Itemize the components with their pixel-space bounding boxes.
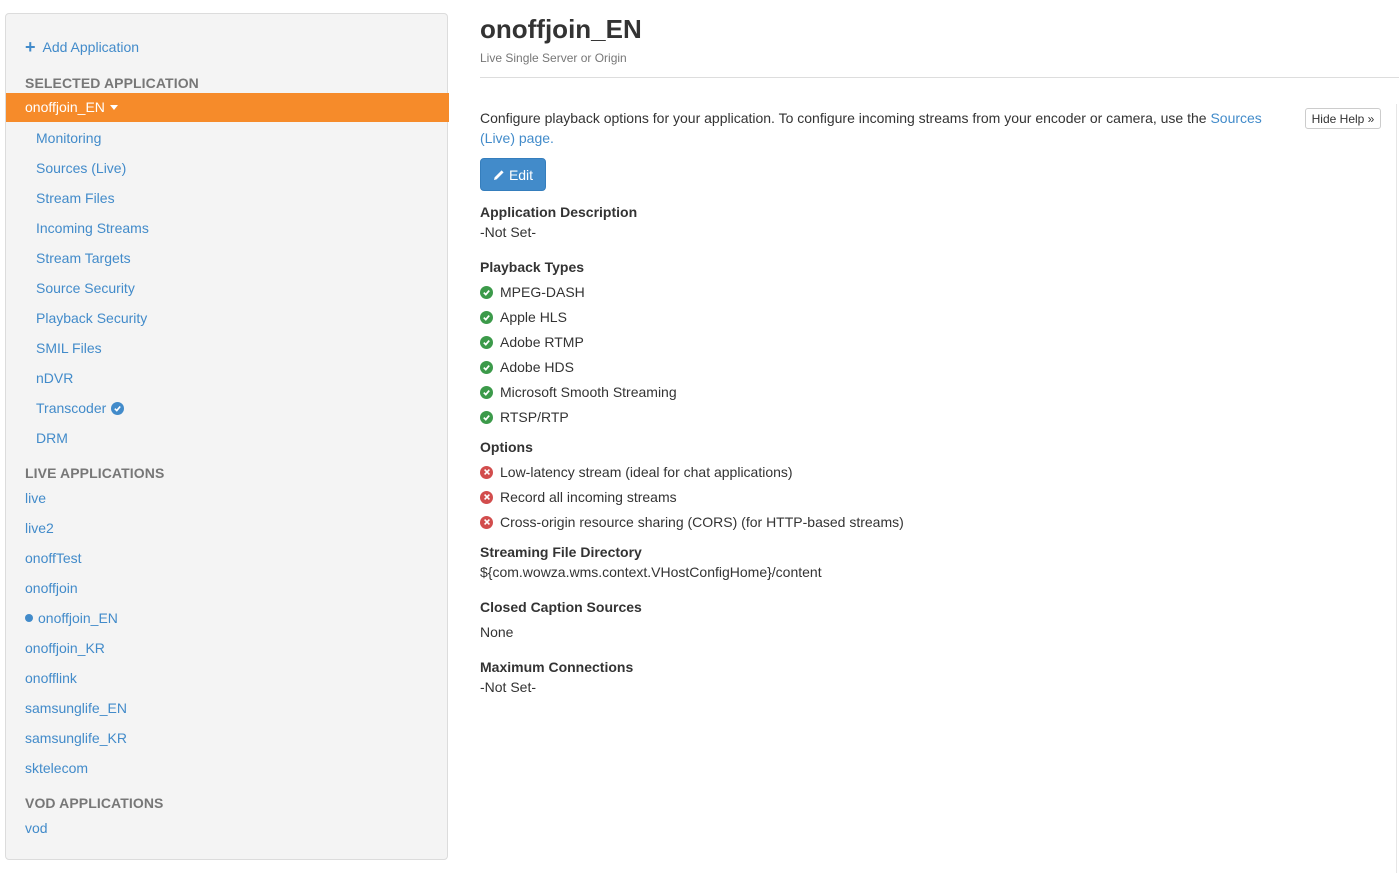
playback-type-row: Microsoft Smooth Streaming <box>480 384 677 400</box>
selected-application-header: SELECTED APPLICATION <box>25 75 199 91</box>
sidebar-item-drm[interactable]: DRM <box>36 430 68 446</box>
option-label: Record all incoming streams <box>500 489 677 505</box>
header-divider <box>480 77 1399 78</box>
check-circle-icon <box>480 310 493 324</box>
sidebar-item-ndvr[interactable]: nDVR <box>36 370 73 386</box>
playback-type-label: Apple HLS <box>500 309 567 325</box>
playback-type-label: Microsoft Smooth Streaming <box>500 384 677 400</box>
maximum-connections-label: Maximum Connections <box>480 659 634 675</box>
check-circle-icon <box>480 385 493 399</box>
sidebar-item-source-security[interactable]: Source Security <box>36 280 135 296</box>
help-text-body: Configure playback options for your appl… <box>480 110 1211 126</box>
sidebar-item-transcoder[interactable]: Transcoder <box>36 400 125 416</box>
selected-application-name: onoffjoin_EN <box>25 99 105 115</box>
sidebar-item-monitoring[interactable]: Monitoring <box>36 130 101 146</box>
live-app-item[interactable]: live2 <box>25 520 54 536</box>
live-app-item[interactable]: onofflink <box>25 670 77 686</box>
edit-label: Edit <box>508 166 534 183</box>
live-app-item[interactable]: onoffTest <box>25 550 82 566</box>
sidebar-item-stream-targets[interactable]: Stream Targets <box>36 250 131 266</box>
maximum-connections-value: -Not Set- <box>480 679 537 695</box>
live-app-item[interactable]: onoffjoin <box>25 580 78 596</box>
streaming-file-directory-label: Streaming File Directory <box>480 544 642 560</box>
playback-type-row: RTSP/RTP <box>480 409 569 425</box>
live-app-item[interactable]: onoffjoin_KR <box>25 640 105 656</box>
help-text: Configure playback options for your appl… <box>480 108 1290 148</box>
hide-help-button[interactable]: Hide Help » <box>1305 108 1381 129</box>
check-circle-icon <box>480 360 493 374</box>
add-application-link[interactable]: + Add Application <box>25 37 140 57</box>
page-subtitle: Live Single Server or Origin <box>480 51 627 65</box>
playback-type-label: RTSP/RTP <box>500 409 569 425</box>
pencil-icon <box>493 169 504 180</box>
live-applications-header: LIVE APPLICATIONS <box>25 465 165 481</box>
x-circle-icon <box>480 515 493 529</box>
option-row: Record all incoming streams <box>480 489 677 505</box>
options-label: Options <box>480 439 533 455</box>
live-app-item[interactable]: samsunglife_EN <box>25 700 127 716</box>
content-border <box>1396 104 1397 873</box>
closed-caption-sources-label: Closed Caption Sources <box>480 599 642 615</box>
vod-applications-header: VOD APPLICATIONS <box>25 795 164 811</box>
live-app-item[interactable]: samsunglife_KR <box>25 730 127 746</box>
closed-caption-sources-value: None <box>480 624 514 640</box>
caret-down-icon <box>109 104 118 110</box>
playback-type-row: Adobe HDS <box>480 359 574 375</box>
sidebar-item-incoming-streams[interactable]: Incoming Streams <box>36 220 149 236</box>
check-circle-icon <box>480 335 493 349</box>
option-row: Low-latency stream (ideal for chat appli… <box>480 464 793 480</box>
playback-type-row: Adobe RTMP <box>480 334 584 350</box>
plus-icon: + <box>25 37 36 57</box>
playback-type-label: Adobe HDS <box>500 359 574 375</box>
sidebar-item-playback-security[interactable]: Playback Security <box>36 310 147 326</box>
live-app-item[interactable]: sktelecom <box>25 760 88 776</box>
selected-application-dropdown[interactable]: onoffjoin_EN <box>6 93 449 122</box>
check-circle-icon <box>480 410 493 424</box>
option-label: Low-latency stream (ideal for chat appli… <box>500 464 793 480</box>
edit-button[interactable]: Edit <box>480 158 546 191</box>
live-app-item[interactable]: live <box>25 490 46 506</box>
sidebar-item-stream-files[interactable]: Stream Files <box>36 190 115 206</box>
playback-type-label: MPEG-DASH <box>500 284 585 300</box>
playback-type-row: MPEG-DASH <box>480 284 585 300</box>
x-circle-icon <box>480 465 493 479</box>
application-description-value: -Not Set- <box>480 224 537 240</box>
playback-type-label: Adobe RTMP <box>500 334 584 350</box>
page-title: onoffjoin_EN <box>480 14 642 44</box>
add-application-label: Add Application <box>42 39 140 55</box>
current-dot-icon <box>25 614 33 622</box>
playback-type-row: Apple HLS <box>480 309 567 325</box>
live-app-item-label: onoffjoin_EN <box>38 610 118 626</box>
x-circle-icon <box>480 490 493 504</box>
playback-types-label: Playback Types <box>480 259 585 275</box>
sidebar-item-sources-live[interactable]: Sources (Live) <box>36 160 126 176</box>
application-description-label: Application Description <box>480 204 638 220</box>
streaming-file-directory-value: ${com.wowza.wms.context.VHostConfigHome}… <box>480 564 822 580</box>
check-circle-icon <box>111 401 125 415</box>
live-app-item-current[interactable]: onoffjoin_EN <box>25 610 118 626</box>
check-circle-icon <box>480 285 493 299</box>
sidebar-item-smil-files[interactable]: SMIL Files <box>36 340 102 356</box>
sidebar: + Add Application SELECTED APPLICATION o… <box>5 13 449 860</box>
vod-app-item[interactable]: vod <box>25 820 48 836</box>
option-row: Cross-origin resource sharing (CORS) (fo… <box>480 514 904 530</box>
sidebar-item-transcoder-label: Transcoder <box>36 400 107 416</box>
option-label: Cross-origin resource sharing (CORS) (fo… <box>500 514 904 530</box>
